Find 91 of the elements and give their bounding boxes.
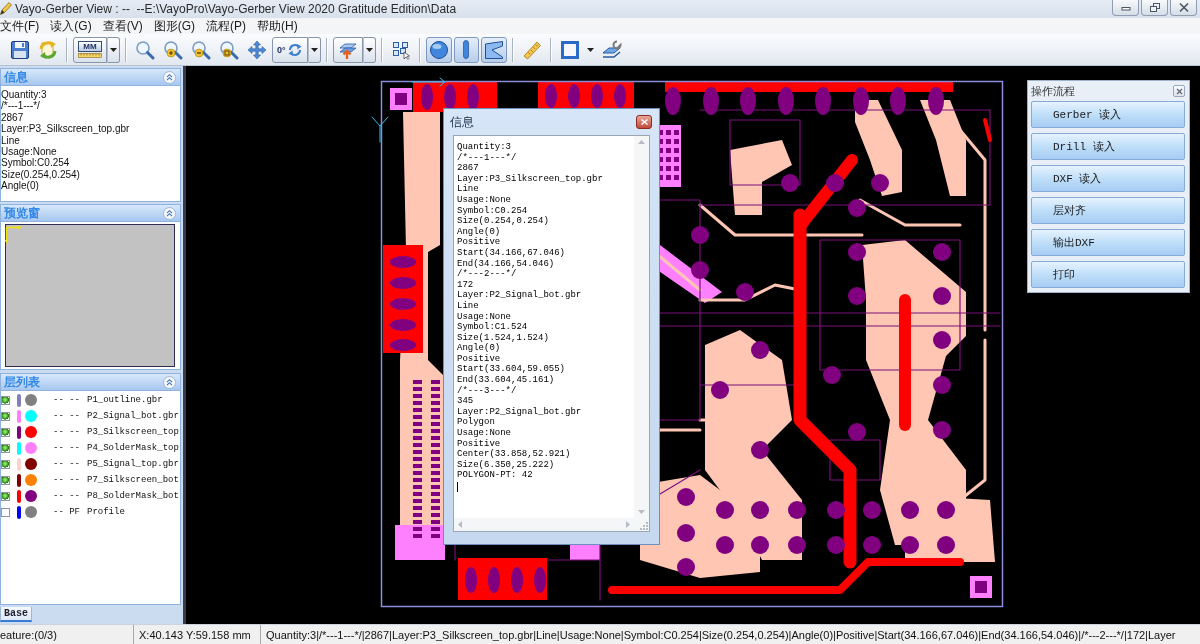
layer-checkbox[interactable]: [1, 427, 10, 437]
layer-status: -- --: [53, 426, 80, 439]
polygon-filter-button[interactable]: [480, 36, 507, 63]
pencil-icon: [0, 1, 12, 15]
workflow-button[interactable]: 层对齐: [1031, 197, 1185, 224]
workflow-button[interactable]: 输出DXF: [1031, 229, 1185, 256]
layer-checkbox[interactable]: [1, 443, 10, 453]
refresh-arrows-icon: [38, 39, 58, 60]
minimize-button[interactable]: [1112, 0, 1139, 16]
collapse-icon[interactable]: [163, 206, 176, 220]
tab[interactable]: Base: [0, 607, 32, 622]
circular-arrows-icon: [286, 41, 303, 58]
menu-item[interactable]: 读入(G): [50, 18, 92, 34]
layer-name[interactable]: P4_SolderMask_top: [87, 440, 179, 456]
layer-button[interactable]: [332, 36, 363, 63]
menu-item[interactable]: 查看(V): [102, 18, 143, 34]
layer-status: -- PF: [53, 506, 80, 519]
layer-checkbox[interactable]: [1, 507, 10, 517]
close-icon: [1175, 87, 1183, 95]
menu-item[interactable]: 帮助(H): [257, 18, 298, 34]
layer-name[interactable]: P1_outline.gbr: [87, 392, 163, 408]
four-way-arrow-icon: [247, 39, 267, 60]
layers-wrench-icon: [601, 39, 622, 60]
layer-status: -- --: [53, 410, 80, 423]
collapse-icon[interactable]: [163, 70, 176, 84]
layer-status: -- --: [53, 442, 80, 455]
layer-status: -- --: [53, 394, 80, 407]
panel-title: 信息: [4, 70, 28, 84]
menu-item[interactable]: 图形(G): [153, 18, 195, 34]
info-text: Quantity:3 /*---1---*/ 2867 Layer:P3_Silkscreen_top.gbr Line Usage:None Symbol:C0.254 Size(0.254,0.254) Angle(0) Positive Start(34.166,67.046) End(34.166,54.046) /*---2---*/ 172 Layer:P2_Signal_bot.gbr Line Usage:None Symbol:C1.524 Size(1.524,1.524) Angle(0) Positive Start(33.604,59.055) End(33.604,45.161) /*---3---*/ 345 Layer:P2_Signal_bot.gbr Polygon Usage:None Positive Center(33.858,52.921) Size(6.350,25.222) POLYGON-PT: 42: [457, 142, 603, 481]
collapse-icon[interactable]: [163, 375, 176, 389]
unit-button[interactable]: MM: [73, 36, 107, 63]
dialog-title: 信息: [450, 115, 474, 129]
panel-title: 预览窗: [4, 206, 40, 220]
rotate-button[interactable]: 0°: [272, 36, 308, 63]
caret-icon: [365, 47, 373, 52]
caret-icon: [310, 47, 318, 52]
caret-icon: [587, 47, 595, 52]
caret-icon: [110, 47, 117, 52]
line-filter-button[interactable]: [453, 36, 479, 63]
circle-icon: [428, 39, 449, 60]
close-icon: [639, 118, 649, 126]
restore-icon: [1148, 2, 1161, 13]
close-button[interactable]: [1173, 85, 1185, 97]
magnifier-frame-icon: [219, 39, 239, 60]
selection-summary: Quantity:3|/*---1---*/|2867|Layer:P3_Silkscreen_top.gbr|Line|Usage:None|Symbol:C0.254|Size(0.254,0.254)|Angle(0)|Positive|Start(34.166,67.046)|End(34.166,54.046)|/*---2---*/|172|Layer: [266, 627, 1176, 643]
layer-checkbox[interactable]: [1, 411, 10, 421]
magnifier-minus-icon: [191, 39, 211, 60]
layer-status: -- --: [53, 474, 80, 487]
squares-grid-icon: [390, 39, 411, 60]
window-title: Vayo-Gerber View : -- --E:\VayoPro\Vayo-Gerber View 2020 Gratitude Edition\Data: [15, 1, 457, 18]
origin-axes-icon: [5, 226, 23, 244]
layer-name[interactable]: P7_Silkscreen_bot: [87, 472, 179, 488]
close-button[interactable]: [636, 115, 652, 129]
layer-name[interactable]: P5_Signal_top.gbr: [87, 456, 179, 472]
workflow-button[interactable]: Drill 读入: [1031, 133, 1185, 160]
layer-checkbox[interactable]: [1, 491, 10, 501]
unit-dropdown-button[interactable]: [107, 36, 120, 63]
polygon-icon: [483, 39, 504, 60]
ruler-scale-icon: [78, 53, 102, 58]
vertical-bar-icon: [463, 40, 470, 59]
layer-checkbox[interactable]: [1, 395, 10, 405]
layer-name[interactable]: P8_SolderMask_bot: [87, 488, 179, 504]
workflow-button[interactable]: DXF 读入: [1031, 165, 1185, 192]
info-text: Quantity:3 /*---1---*/ 2867 Layer:P3_Silkscreen_top.gbr Line Usage:None Symbol:C0.254 Size(0.254,0.254) Angle(0): [1, 89, 131, 192]
layer-name[interactable]: P2_Signal_bot.gbr: [87, 408, 179, 424]
layer-status: -- --: [53, 458, 80, 471]
menu-item[interactable]: 文件(F): [0, 18, 40, 34]
layer-checkbox[interactable]: [1, 459, 10, 469]
ruler-icon: [521, 39, 542, 60]
square-outline-icon: [559, 39, 580, 60]
magnifier-icon: [135, 39, 155, 60]
circle-filter-button[interactable]: [425, 36, 452, 63]
text-cursor: [457, 482, 458, 492]
workflow-button[interactable]: 打印: [1031, 261, 1185, 288]
panel-title: 操作流程: [1031, 84, 1075, 98]
close-button[interactable]: [1170, 0, 1197, 16]
resize-grip-icon[interactable]: [639, 521, 649, 531]
panel-title: 层列表: [4, 375, 40, 389]
layer-name[interactable]: Profile: [87, 504, 125, 520]
layer-status: -- --: [53, 490, 80, 503]
layer-checkbox[interactable]: [1, 475, 10, 485]
workflow-button[interactable]: Gerber 读入: [1031, 101, 1185, 128]
restore-button[interactable]: [1141, 0, 1168, 16]
menu-item[interactable]: 流程(P): [206, 18, 246, 34]
magnifier-plus-icon: [163, 39, 183, 60]
close-icon: [1177, 2, 1190, 13]
layer-name[interactable]: P3_Silkscreen_top: [87, 424, 179, 440]
feature-count: eature:(0/3): [0, 627, 57, 643]
cursor-coordinates: X:40.143 Y:59.158 mm: [139, 627, 251, 643]
info-text-field[interactable]: [453, 135, 650, 532]
